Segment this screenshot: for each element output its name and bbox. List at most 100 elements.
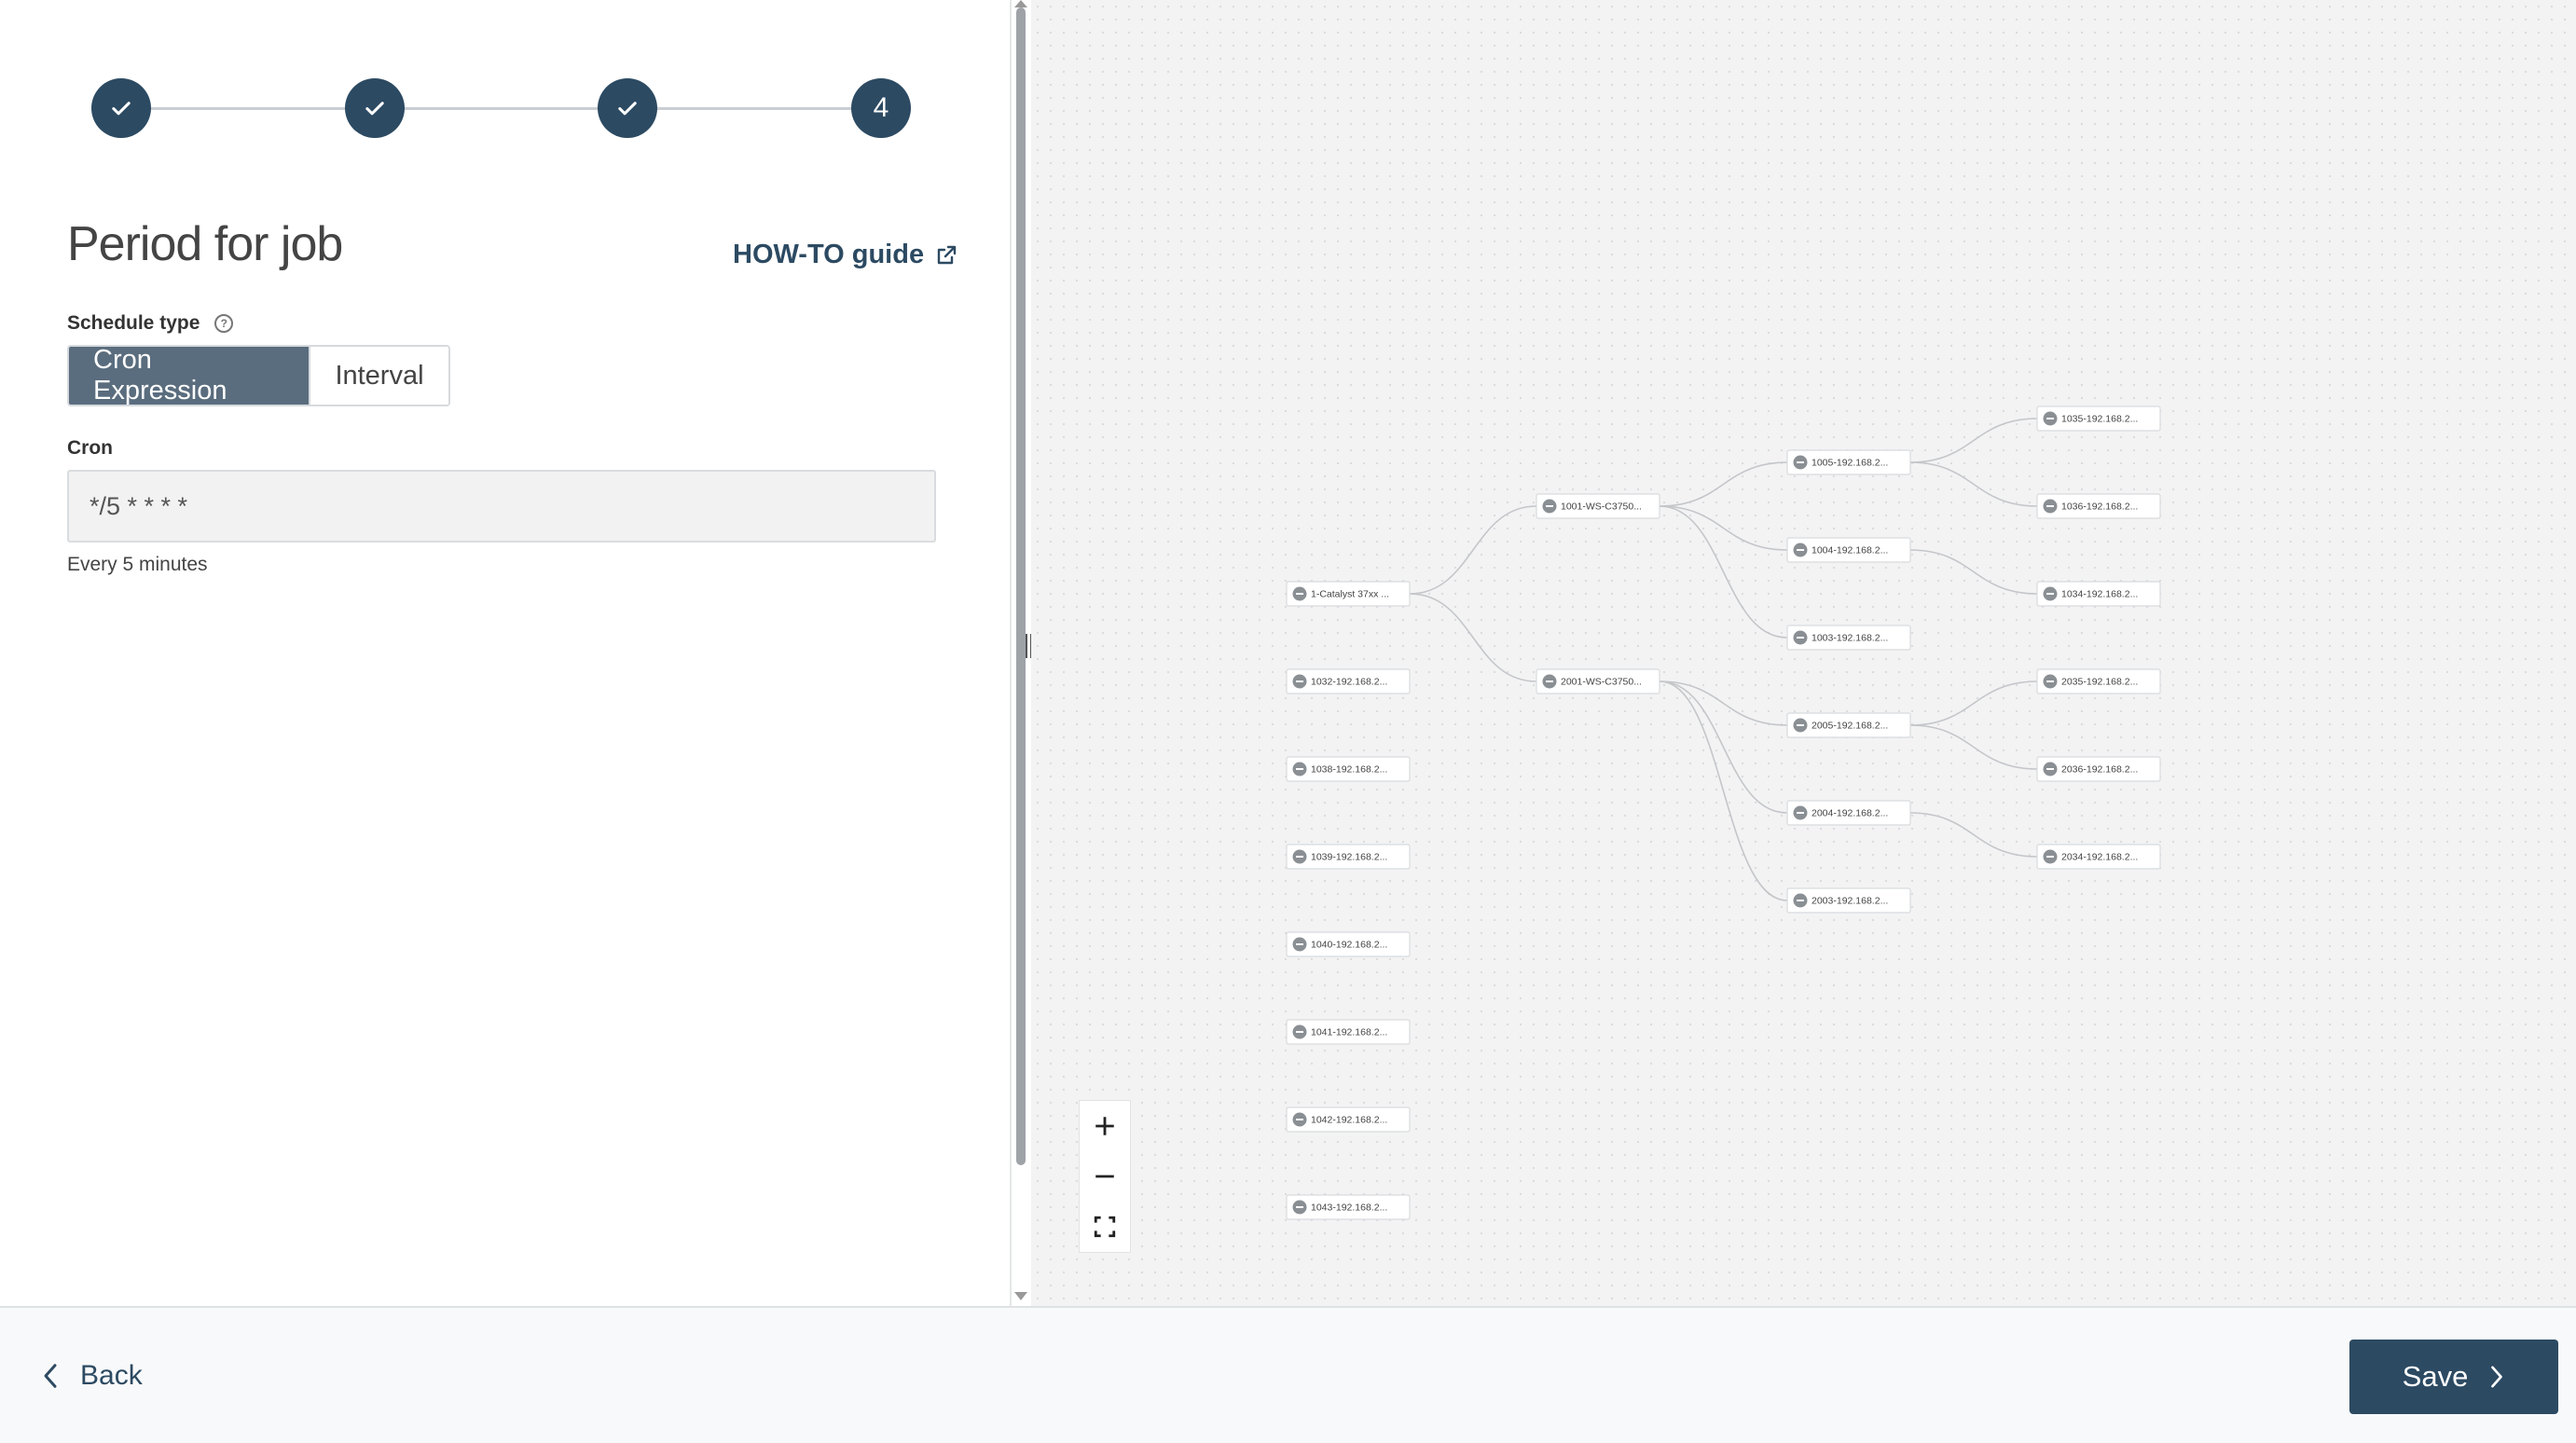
step-4-current[interactable]: 4: [851, 78, 911, 138]
step-2-done[interactable]: [345, 78, 405, 138]
graph-node[interactable]: 1036-192.168.2...: [2036, 493, 2161, 519]
device-icon-mark: [1797, 461, 1804, 463]
graph-node-label: 2001-WS-C3750...: [1561, 677, 1642, 688]
graph-edge: [1659, 505, 1788, 639]
graph-node-label: 2004-192.168.2...: [1811, 808, 1888, 819]
device-icon-mark: [1296, 768, 1303, 770]
graph-node[interactable]: 1003-192.168.2...: [1786, 625, 1911, 651]
graph-node-label: 1041-192.168.2...: [1311, 1027, 1387, 1038]
vertical-scrollbar[interactable]: [1016, 7, 1026, 1165]
graph-edge: [1659, 680, 1788, 901]
device-icon-mark: [2046, 856, 2054, 858]
graph-node[interactable]: 2035-192.168.2...: [2036, 668, 2161, 694]
topology-graph-canvas[interactable]: 1-Catalyst 37xx ... 1001-WS-C3750... 2001-…: [1031, 0, 2576, 1306]
graph-node[interactable]: 1042-192.168.2...: [1286, 1106, 1411, 1133]
wizard-footer: Back Save: [0, 1306, 2576, 1443]
scroll-up-arrow-icon[interactable]: [1014, 0, 1027, 7]
graph-node[interactable]: 1040-192.168.2...: [1286, 931, 1411, 957]
graph-edge: [1909, 812, 2038, 858]
graph-node-label: 2034-192.168.2...: [2061, 852, 2138, 863]
graph-edge: [1909, 549, 2038, 595]
graph-node-label: 1003-192.168.2...: [1811, 633, 1888, 644]
graph-node-label: 1004-192.168.2...: [1811, 545, 1888, 557]
stepper-track: [121, 107, 882, 110]
graph-node[interactable]: 2003-192.168.2...: [1786, 887, 1911, 914]
howto-guide-link[interactable]: HOW-TO guide: [733, 240, 957, 270]
graph-node-label: 1032-192.168.2...: [1311, 677, 1387, 688]
device-icon-mark: [2046, 505, 2054, 507]
graph-node[interactable]: 2034-192.168.2...: [2036, 844, 2161, 870]
graph-node-label: 1040-192.168.2...: [1311, 940, 1387, 951]
graph-edge: [1909, 461, 2038, 507]
graph-node[interactable]: 1041-192.168.2...: [1286, 1019, 1411, 1045]
wizard-stepper: 4: [91, 78, 912, 138]
zoom-in-button[interactable]: [1080, 1101, 1130, 1151]
job-form-panel: 4 Period for job HOW-TO guide Schedule t…: [0, 0, 1010, 1306]
help-icon[interactable]: ?: [214, 314, 234, 334]
graph-node[interactable]: 1043-192.168.2...: [1286, 1194, 1411, 1220]
schedule-type-toggle: Cron Expression Interval: [67, 345, 450, 406]
device-icon-mark: [2046, 768, 2054, 770]
scroll-down-arrow-icon[interactable]: [1014, 1292, 1027, 1300]
graph-node-label: 1039-192.168.2...: [1311, 852, 1387, 863]
zoom-out-button[interactable]: [1080, 1151, 1130, 1202]
check-icon: [365, 102, 384, 116]
graph-edge: [1659, 461, 1788, 507]
graph-node[interactable]: 2036-192.168.2...: [2036, 756, 2161, 782]
graph-node[interactable]: 1034-192.168.2...: [2036, 581, 2161, 607]
cron-input[interactable]: */5 * * * *: [67, 470, 936, 543]
graph-node-label: 1043-192.168.2...: [1311, 1202, 1387, 1214]
graph-node-label: 2035-192.168.2...: [2061, 677, 2138, 688]
save-label: Save: [2402, 1360, 2469, 1393]
graph-edge: [1909, 680, 2038, 726]
device-icon-mark: [2046, 593, 2054, 595]
graph-edge: [1409, 593, 1537, 682]
page-title: Period for job: [67, 217, 343, 271]
graph-node-label: 1036-192.168.2...: [2061, 502, 2138, 513]
graph-node[interactable]: 2004-192.168.2...: [1786, 800, 1911, 826]
schedule-type-label: Schedule type: [67, 312, 200, 334]
step-1-done[interactable]: [91, 78, 151, 138]
graph-node[interactable]: 1038-192.168.2...: [1286, 756, 1411, 782]
graph-node[interactable]: 1-Catalyst 37xx ...: [1286, 581, 1411, 607]
graph-node-label: 1042-192.168.2...: [1311, 1115, 1387, 1126]
save-button[interactable]: Save: [2349, 1340, 2558, 1414]
interval-option[interactable]: Interval: [309, 347, 448, 405]
graph-node-label: 1001-WS-C3750...: [1561, 502, 1642, 513]
device-icon-mark: [1296, 1206, 1303, 1208]
step-3-done[interactable]: [598, 78, 657, 138]
graph-edge: [1659, 505, 1788, 551]
graph-node-label: 1005-192.168.2...: [1811, 458, 1888, 469]
device-icon-mark: [1797, 549, 1804, 551]
device-icon-mark: [1546, 505, 1553, 507]
graph-node[interactable]: 1001-WS-C3750...: [1536, 493, 1660, 519]
cron-description: Every 5 minutes: [67, 554, 208, 575]
fit-screen-icon: [1094, 1216, 1116, 1238]
graph-node[interactable]: 1032-192.168.2...: [1286, 668, 1411, 694]
graph-node-label: 1035-192.168.2...: [2061, 414, 2138, 425]
graph-node-label: 1-Catalyst 37xx ...: [1311, 589, 1389, 600]
graph-node[interactable]: 1035-192.168.2...: [2036, 405, 2161, 432]
device-icon-mark: [1296, 1031, 1303, 1033]
device-icon-mark: [2046, 680, 2054, 682]
graph-node-label: 2036-192.168.2...: [2061, 764, 2138, 776]
fit-view-button[interactable]: [1080, 1202, 1130, 1252]
howto-guide-label: HOW-TO guide: [733, 240, 925, 269]
plus-icon: [1095, 1117, 1114, 1135]
device-icon-mark: [1797, 812, 1804, 814]
back-button[interactable]: Back: [41, 1360, 143, 1392]
topology-graph: 1-Catalyst 37xx ... 1001-WS-C3750... 2001-…: [1286, 405, 2161, 1220]
graph-node-label: 2003-192.168.2...: [1811, 896, 1888, 907]
cron-expression-option[interactable]: Cron Expression: [69, 347, 309, 405]
graph-node[interactable]: 1005-192.168.2...: [1786, 449, 1911, 475]
graph-node-label: 2005-192.168.2...: [1811, 721, 1888, 732]
external-link-icon: [937, 245, 957, 264]
graph-node[interactable]: 2005-192.168.2...: [1786, 712, 1911, 738]
zoom-controls: [1079, 1100, 1131, 1253]
graph-node[interactable]: 1004-192.168.2...: [1786, 537, 1911, 563]
cron-label: Cron: [67, 437, 113, 459]
device-icon-mark: [1797, 900, 1804, 901]
minus-icon: [1095, 1175, 1114, 1178]
graph-node[interactable]: 2001-WS-C3750...: [1536, 668, 1660, 694]
graph-node[interactable]: 1039-192.168.2...: [1286, 844, 1411, 870]
